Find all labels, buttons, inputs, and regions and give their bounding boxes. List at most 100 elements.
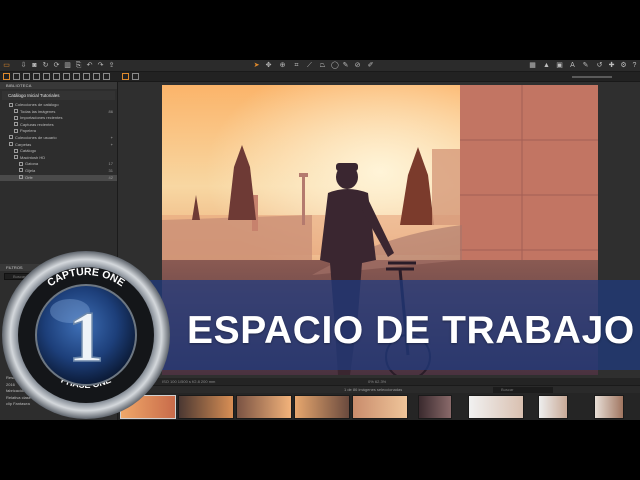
- add-button[interactable]: +: [111, 135, 113, 142]
- tab-library[interactable]: [3, 73, 10, 80]
- item-count: 42: [108, 174, 113, 180]
- tree-item[interactable]: Orfe 42: [0, 174, 117, 182]
- tree-item[interactable]: Catálogo: [0, 148, 117, 155]
- tree-item[interactable]: Todas las imágenes 86: [0, 109, 117, 116]
- folder-icon: [19, 168, 23, 173]
- thumbnail[interactable]: [538, 395, 568, 419]
- proof-icon[interactable]: ▣: [556, 62, 563, 69]
- thumbnail[interactable]: [236, 395, 292, 419]
- warning-icon[interactable]: ▲: [543, 62, 550, 69]
- eyedropper-icon[interactable]: ⊘: [354, 62, 361, 69]
- tree-item-label: Orfe: [25, 174, 33, 180]
- item-count: 17: [108, 161, 113, 167]
- tool-tabs-strip: [0, 72, 640, 82]
- zoom-readout: 0% 62.3%: [368, 379, 387, 384]
- redo-icon[interactable]: ↷: [97, 62, 104, 69]
- tree-item-label: Macintosh HD: [20, 154, 46, 160]
- reset-icon[interactable]: ↺: [596, 62, 603, 69]
- panel-header: BIBLIOTECA: [0, 82, 117, 89]
- catalog-title[interactable]: Catálogo Inicial Tutoriales: [2, 91, 115, 100]
- export-icon[interactable]: ⇪: [108, 62, 115, 69]
- item-count: 31: [108, 167, 113, 173]
- tree-item[interactable]: Papelera: [0, 128, 117, 135]
- trash-icon[interactable]: ▥: [64, 62, 71, 69]
- rotate-icon[interactable]: ↻: [42, 62, 49, 69]
- tab-batch[interactable]: [103, 73, 110, 80]
- library-tree: Colecciones de catálogo Todas las imágene…: [0, 102, 117, 182]
- tab-metadata[interactable]: [83, 73, 90, 80]
- camera-icon[interactable]: ◙: [31, 62, 38, 69]
- tree-item-label: Papelera: [20, 128, 37, 134]
- tree-item[interactable]: Importaciones recientes: [0, 115, 117, 122]
- banner-title: ESPACIO DE TRABAJO: [187, 309, 635, 352]
- tree-item-label: Capturas recientes: [20, 121, 54, 127]
- tree-item[interactable]: Colecciones de usuario +: [0, 135, 117, 142]
- folder-icon: [9, 102, 13, 107]
- help-icon[interactable]: ?: [631, 62, 638, 69]
- view-single-icon[interactable]: [122, 73, 129, 80]
- cursor-icon[interactable]: ➤: [253, 62, 260, 69]
- thumbnail[interactable]: [594, 395, 624, 419]
- capture-one-logo: CAPTURE ONE PHASE ONE 1: [2, 251, 170, 419]
- browser-toolbar: 1 de 86 imágenes seleccionadas Buscar: [118, 385, 640, 393]
- tree-item[interactable]: Gijela 31: [0, 168, 117, 175]
- undo-icon[interactable]: ↶: [86, 62, 93, 69]
- sync-icon[interactable]: ⟳: [53, 62, 60, 69]
- copy-icon[interactable]: ⎘: [75, 62, 82, 69]
- thumbnail[interactable]: [418, 395, 452, 419]
- tree-item-label: Carpetas: [15, 141, 32, 147]
- thumbnail[interactable]: [178, 395, 234, 419]
- crop-icon[interactable]: ⌗: [293, 62, 300, 69]
- tree-item[interactable]: Colecciones de catálogo: [0, 102, 117, 109]
- tab-local[interactable]: [63, 73, 70, 80]
- tab-lens[interactable]: [23, 73, 30, 80]
- item-count: 86: [108, 108, 113, 114]
- tree-item[interactable]: Carpetas +: [0, 142, 117, 149]
- thumbnail[interactable]: [468, 395, 524, 419]
- pencil-icon[interactable]: ✎: [582, 62, 589, 69]
- tab-adjust[interactable]: [73, 73, 80, 80]
- eraser-icon[interactable]: ✐: [367, 62, 374, 69]
- thumbnail[interactable]: [294, 395, 350, 419]
- grid-icon[interactable]: ▦: [529, 62, 536, 69]
- tab-output[interactable]: [93, 73, 100, 80]
- thumbnail[interactable]: [352, 395, 408, 419]
- keystone-icon[interactable]: ⏢: [319, 62, 326, 69]
- tree-item-label: Catálogo: [20, 148, 37, 154]
- straighten-icon[interactable]: ⟋: [306, 62, 313, 69]
- folder-icon: [19, 161, 23, 166]
- tree-item-label: Importaciones recientes: [20, 115, 63, 121]
- spot-icon[interactable]: ◯: [331, 62, 339, 69]
- zoom-slider[interactable]: [572, 76, 612, 78]
- tab-color[interactable]: [33, 73, 40, 80]
- folder-icon: [14, 128, 18, 133]
- tab-exposure[interactable]: [43, 73, 50, 80]
- zoom-icon[interactable]: ⊕: [279, 62, 286, 69]
- tree-item[interactable]: Capturas recientes: [0, 122, 117, 129]
- text-icon[interactable]: A: [569, 62, 576, 69]
- folder-icon: [9, 135, 13, 140]
- tab-details[interactable]: [53, 73, 60, 80]
- pin-icon[interactable]: ✚: [608, 62, 615, 69]
- folder-icon: [19, 175, 23, 180]
- tab-capture[interactable]: [13, 73, 20, 80]
- tree-item-label: Todas las imágenes: [20, 108, 56, 114]
- pan-icon[interactable]: ✥: [265, 62, 272, 69]
- tree-item[interactable]: Gatona 17: [0, 161, 117, 168]
- folder-icon[interactable]: ▭: [3, 62, 10, 69]
- logo-numeral: 1: [68, 297, 104, 377]
- view-multi-icon[interactable]: [132, 73, 139, 80]
- tree-item-label: Colecciones de catálogo: [15, 102, 59, 107]
- thumbnail-strip[interactable]: [118, 393, 640, 420]
- folder-icon: [9, 142, 13, 147]
- tree-item-label: Colecciones de usuario: [15, 134, 57, 140]
- selection-count: 1 de 86 imágenes seleccionadas: [344, 387, 403, 392]
- folder-icon: [14, 109, 18, 114]
- main-toolbar: ▭ ⇩ ◙ ↻ ⟳ ▥ ⎘ ↶ ↷ ⇪ ➤ ✥ ⊕ ⌗ ⟋ ⏢ ◯ ✎ ⊘ ✐ …: [0, 60, 640, 72]
- brush-icon[interactable]: ✎: [342, 62, 349, 69]
- add-button[interactable]: +: [111, 142, 113, 149]
- folder-icon: [14, 115, 18, 120]
- import-icon[interactable]: ⇩: [20, 62, 27, 69]
- settings-icon[interactable]: ⚙: [620, 62, 627, 69]
- tree-item[interactable]: Macintosh HD: [0, 155, 117, 162]
